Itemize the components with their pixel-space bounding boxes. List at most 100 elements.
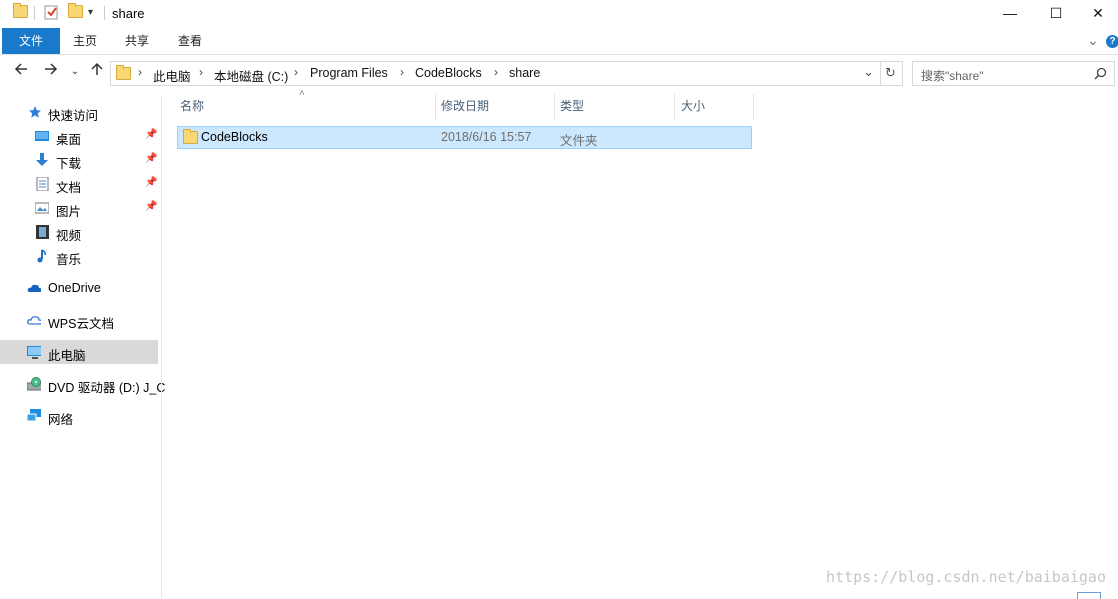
column-separator[interactable] — [753, 94, 754, 120]
title-bar: ▾ share — ☐ ✕ — [0, 0, 1118, 28]
nav-onedrive[interactable]: OneDrive — [0, 276, 158, 300]
computer-icon — [27, 346, 41, 359]
nav-this-pc[interactable]: 此电脑 — [0, 340, 158, 364]
customize-toolbar-icon[interactable]: ▾ — [88, 7, 93, 18]
breadcrumb-separator: › — [138, 65, 142, 79]
nav-label: OneDrive — [48, 281, 101, 295]
nav-label: DVD 驱动器 (D:) J_C — [48, 381, 166, 395]
nav-label: 下载 — [56, 157, 82, 171]
pin-icon: 📌 — [145, 177, 158, 188]
breadcrumb-separator[interactable]: › — [294, 65, 298, 79]
address-row: ⌄ › 此电脑 › 本地磁盘 (C:) › Program Files › Co… — [0, 57, 1118, 89]
column-header-modified[interactable]: 修改日期 — [441, 96, 489, 120]
arrow-left-icon — [14, 63, 27, 75]
folder-icon — [183, 129, 198, 144]
window-title: share — [112, 6, 145, 21]
search-input[interactable]: 搜索"share" — [912, 61, 1115, 86]
network-icon — [27, 409, 41, 422]
sort-ascending-icon: ˄ — [299, 88, 305, 99]
nav-item-videos[interactable]: 视频 — [0, 220, 158, 244]
nav-item-music[interactable]: 音乐 — [0, 244, 158, 268]
folder-icon — [13, 3, 28, 18]
star-icon — [29, 106, 41, 118]
nav-label: 视频 — [56, 229, 82, 243]
nav-label: WPS云文档 — [48, 317, 114, 331]
expand-ribbon-icon[interactable]: ⌄ — [1087, 32, 1099, 49]
cloud-outline-icon — [27, 316, 41, 325]
download-icon — [36, 153, 48, 166]
help-icon[interactable]: ? — [1106, 35, 1118, 48]
breadcrumb-local-disk[interactable]: 本地磁盘 (C:) — [214, 66, 288, 85]
nav-quick-access[interactable]: 快速访问 — [0, 100, 158, 124]
nav-item-documents[interactable]: 文档 📌 — [0, 172, 158, 196]
arrow-right-icon — [45, 63, 58, 75]
file-type: 文件夹 — [560, 134, 598, 148]
pane-divider[interactable] — [161, 95, 162, 598]
close-button[interactable]: ✕ — [1075, 0, 1118, 28]
watermark: https://blog.csdn.net/baibaigao — [826, 568, 1106, 586]
dvd-drive-icon — [27, 377, 41, 391]
nav-label: 此电脑 — [48, 349, 86, 363]
nav-label: 图片 — [56, 205, 82, 219]
folder-icon — [116, 65, 131, 80]
video-icon — [36, 225, 49, 239]
maximize-button[interactable]: ☐ — [1033, 0, 1079, 28]
picture-icon — [35, 202, 49, 214]
nav-label: 桌面 — [56, 133, 82, 147]
search-placeholder: 搜索"share" — [921, 69, 984, 83]
breadcrumb-this-pc[interactable]: 此电脑 — [153, 66, 191, 85]
address-dropdown-icon[interactable]: ⌄ — [863, 64, 874, 80]
breadcrumb-separator[interactable]: › — [400, 65, 404, 79]
cloud-icon — [27, 284, 41, 292]
pin-icon: 📌 — [145, 129, 158, 140]
recent-locations-icon[interactable]: ⌄ — [64, 61, 86, 83]
breadcrumb-share[interactable]: share — [509, 66, 540, 80]
file-modified: 2018/6/16 15:57 — [441, 130, 532, 144]
properties-icon[interactable] — [44, 4, 59, 23]
nav-item-pictures[interactable]: 图片 📌 — [0, 196, 158, 220]
column-separator[interactable] — [674, 94, 675, 120]
nav-wps-cloud[interactable]: WPS云文档 — [0, 308, 158, 332]
divider — [104, 6, 105, 20]
pin-icon: 📌 — [145, 201, 158, 212]
refresh-button[interactable]: ↻ — [879, 61, 903, 86]
arrow-up-icon — [91, 62, 103, 75]
desktop-icon — [35, 131, 49, 141]
tab-home[interactable]: 主页 — [62, 28, 108, 54]
ribbon-tabs: 文件 主页 共享 查看 ⌄ ? — [0, 28, 1118, 55]
nav-dvd-drive[interactable]: DVD 驱动器 (D:) J_C — [0, 372, 165, 396]
nav-network[interactable]: 网络 — [0, 404, 158, 428]
forward-button[interactable] — [40, 61, 62, 83]
minimize-button[interactable]: — — [987, 0, 1033, 28]
column-separator[interactable] — [435, 94, 436, 120]
navigation-pane: 快速访问 桌面 📌 下载 📌 文档 📌 图片 📌 视频 音乐 OneDrive … — [0, 95, 165, 598]
nav-item-desktop[interactable]: 桌面 📌 — [0, 124, 158, 148]
nav-label: 网络 — [48, 413, 74, 427]
divider — [34, 6, 35, 20]
file-name: CodeBlocks — [201, 130, 268, 144]
tab-file[interactable]: 文件 — [2, 28, 60, 54]
breadcrumb-separator[interactable]: › — [199, 65, 203, 79]
tab-view[interactable]: 查看 — [167, 28, 213, 54]
address-bar[interactable]: › 此电脑 › 本地磁盘 (C:) › Program Files › Code… — [110, 61, 881, 86]
up-button[interactable] — [86, 61, 108, 83]
nav-label: 文档 — [56, 181, 82, 195]
new-folder-icon[interactable] — [68, 3, 83, 18]
column-header-type[interactable]: 类型 — [560, 96, 584, 120]
back-button[interactable] — [10, 61, 32, 83]
column-header-name[interactable]: 名称 — [180, 96, 204, 120]
nav-label: 音乐 — [56, 253, 82, 267]
breadcrumb-codeblocks[interactable]: CodeBlocks — [415, 66, 482, 80]
breadcrumb-program-files[interactable]: Program Files — [310, 66, 388, 80]
nav-item-downloads[interactable]: 下载 📌 — [0, 148, 158, 172]
breadcrumb-separator[interactable]: › — [494, 65, 498, 79]
column-separator[interactable] — [554, 94, 555, 120]
music-icon — [37, 249, 46, 263]
file-row[interactable]: CodeBlocks 2018/6/16 15:57 文件夹 — [177, 126, 752, 149]
document-icon — [36, 177, 49, 191]
pin-icon: 📌 — [145, 153, 158, 164]
search-icon[interactable] — [1094, 67, 1107, 80]
nav-label: 快速访问 — [48, 109, 99, 123]
column-header-size[interactable]: 大小 — [681, 96, 705, 120]
tab-share[interactable]: 共享 — [114, 28, 160, 54]
